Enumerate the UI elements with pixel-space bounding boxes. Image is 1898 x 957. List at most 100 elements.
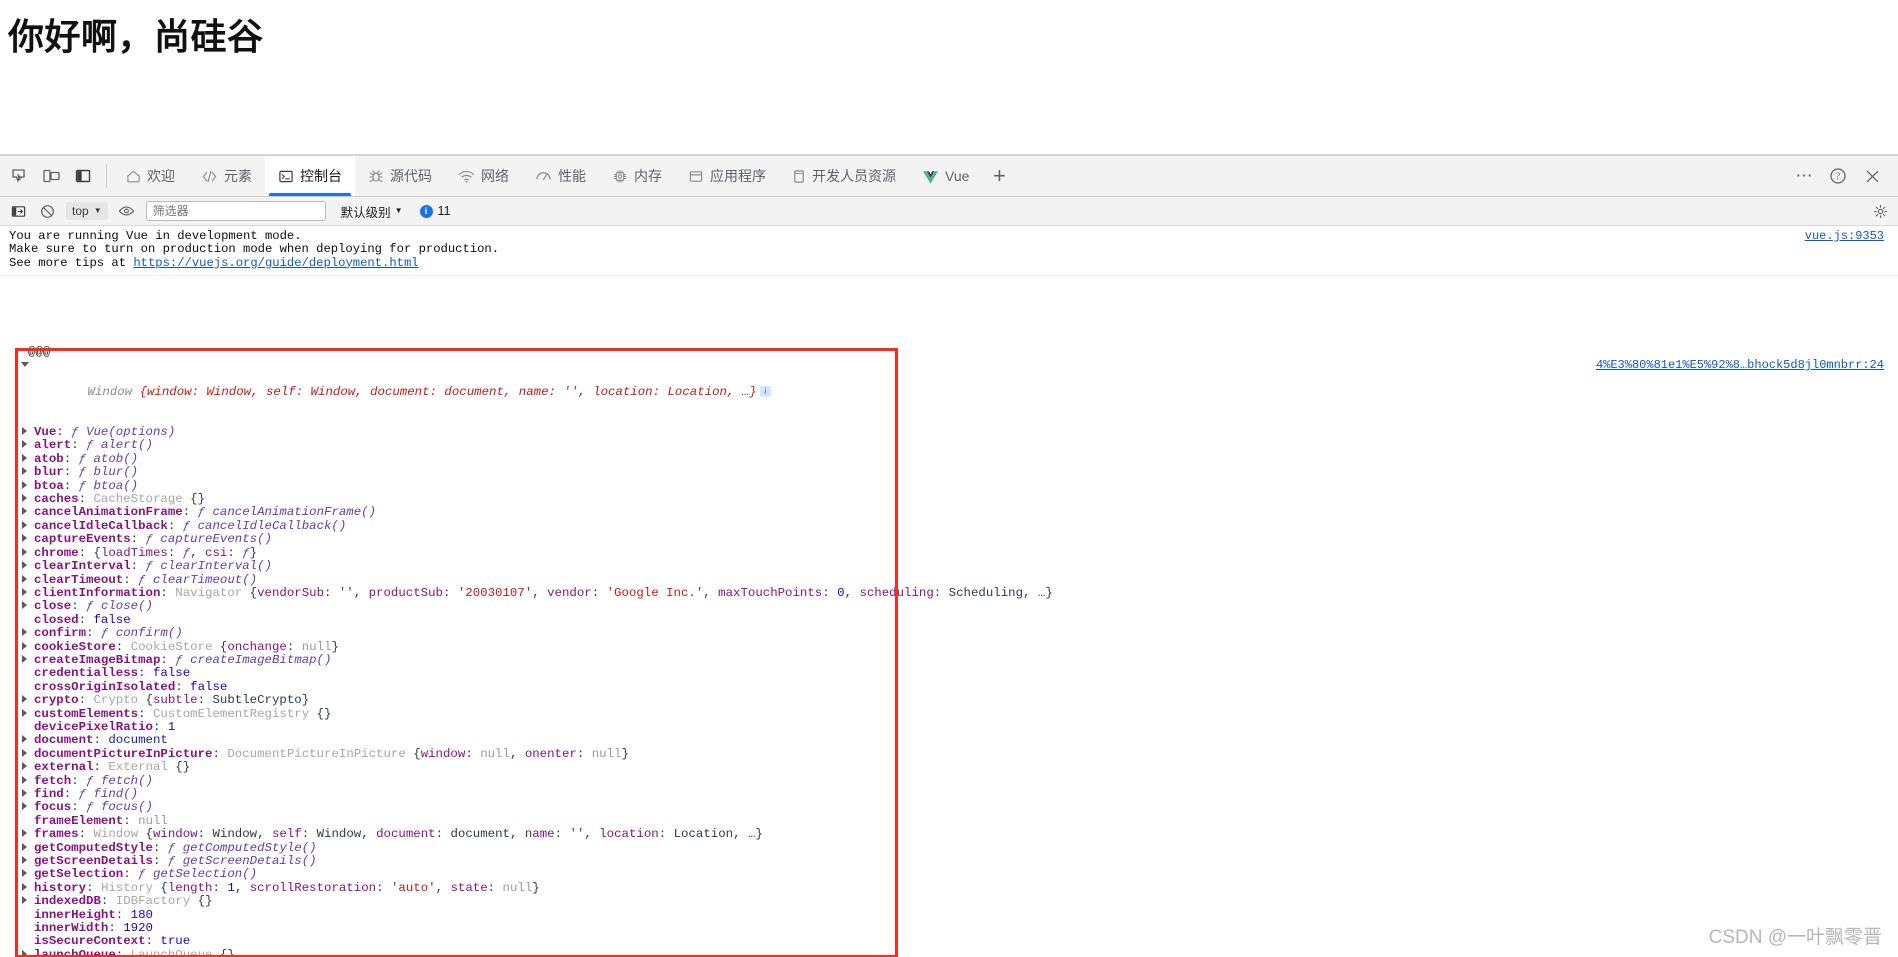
object-property-row[interactable]: close: ƒ close() bbox=[20, 600, 1898, 613]
object-property-row[interactable]: captureEvents: ƒ captureEvents() bbox=[20, 533, 1898, 546]
tab-vue[interactable]: Vue bbox=[909, 156, 982, 196]
object-property-row[interactable]: clearTimeout: ƒ clearTimeout() bbox=[20, 573, 1898, 587]
object-property-row[interactable]: frameElement: null bbox=[20, 814, 1898, 828]
chevron-right-icon[interactable] bbox=[22, 507, 27, 516]
chevron-right-icon[interactable] bbox=[22, 856, 27, 865]
log-level-select[interactable]: 默认级别 ▼ bbox=[341, 202, 403, 221]
object-property-row[interactable]: clientInformation: Navigator {vendorSub:… bbox=[20, 586, 1898, 600]
execution-context-select[interactable]: top ▼ bbox=[66, 202, 108, 220]
tab-developer-resources[interactable]: 开发人员资源 bbox=[779, 156, 909, 196]
chevron-right-icon[interactable] bbox=[22, 534, 27, 543]
chevron-right-icon[interactable] bbox=[22, 467, 27, 476]
object-property-row[interactable]: fetch: ƒ fetch() bbox=[20, 774, 1898, 788]
deployment-guide-link[interactable]: https://vuejs.org/guide/deployment.html bbox=[133, 256, 418, 270]
object-property-row[interactable]: isSecureContext: true bbox=[20, 935, 1898, 948]
tab-network[interactable]: 网络 bbox=[445, 156, 522, 196]
inspect-element-icon[interactable] bbox=[8, 165, 30, 187]
object-property-row[interactable]: documentPictureInPicture: DocumentPictur… bbox=[20, 747, 1898, 761]
close-devtools-button[interactable] bbox=[1856, 160, 1888, 192]
chevron-right-icon[interactable] bbox=[22, 427, 27, 436]
object-property-row[interactable]: confirm: ƒ confirm() bbox=[20, 626, 1898, 640]
chevron-right-icon[interactable] bbox=[22, 641, 27, 650]
tab-sources[interactable]: 源代码 bbox=[355, 156, 445, 196]
tab-welcome[interactable]: 欢迎 bbox=[113, 156, 188, 196]
chevron-right-icon[interactable] bbox=[22, 587, 27, 596]
add-tab-button[interactable]: + bbox=[982, 156, 1016, 196]
object-property-row[interactable]: innerHeight: 180 bbox=[20, 908, 1898, 922]
object-property-row[interactable]: closed: false bbox=[20, 613, 1898, 627]
chevron-right-icon[interactable] bbox=[22, 896, 27, 905]
tab-console[interactable]: 控制台 bbox=[265, 156, 355, 196]
info-icon[interactable]: i bbox=[759, 385, 771, 397]
tab-application[interactable]: 应用程序 bbox=[675, 156, 779, 196]
chevron-right-icon[interactable] bbox=[22, 708, 27, 717]
chevron-right-icon[interactable] bbox=[22, 735, 27, 744]
object-property-row[interactable]: blur: ƒ blur() bbox=[20, 466, 1898, 479]
object-property-row[interactable]: launchQueue: LaunchQueue {} bbox=[20, 948, 1898, 957]
chevron-right-icon[interactable] bbox=[22, 882, 27, 891]
object-property-row[interactable]: indexedDB: IDBFactory {} bbox=[20, 895, 1898, 908]
device-toolbar-icon[interactable] bbox=[40, 165, 62, 187]
gear-icon[interactable] bbox=[1870, 201, 1890, 221]
dock-side-icon[interactable] bbox=[72, 165, 94, 187]
object-property-row[interactable]: customElements: CustomElementRegistry {} bbox=[20, 707, 1898, 721]
chevron-right-icon[interactable] bbox=[22, 802, 27, 811]
chevron-right-icon[interactable] bbox=[22, 869, 27, 878]
filter-input[interactable] bbox=[145, 201, 326, 221]
console-warning-message[interactable]: You are running Vue in development mode.… bbox=[0, 226, 1898, 277]
object-property-row[interactable]: focus: ƒ focus() bbox=[20, 801, 1898, 814]
chevron-right-icon[interactable] bbox=[22, 494, 27, 503]
chevron-right-icon[interactable] bbox=[22, 748, 27, 757]
object-property-row[interactable]: cancelAnimationFrame: ƒ cancelAnimationF… bbox=[20, 506, 1898, 519]
object-property-row[interactable]: crypto: Crypto {subtle: SubtleCrypto} bbox=[20, 693, 1898, 707]
object-property-row[interactable]: external: External {} bbox=[20, 760, 1898, 774]
chevron-right-icon[interactable] bbox=[22, 762, 27, 771]
help-button[interactable]: ? bbox=[1822, 160, 1854, 192]
clear-console-icon[interactable] bbox=[37, 201, 57, 221]
console-message-list[interactable]: You are running Vue in development mode.… bbox=[0, 226, 1898, 957]
tab-memory[interactable]: 内存 bbox=[599, 156, 675, 196]
chevron-right-icon[interactable] bbox=[22, 520, 27, 529]
object-property-row[interactable]: innerWidth: 1920 bbox=[20, 921, 1898, 935]
object-property-row[interactable]: history: History {length: 1, scrollResto… bbox=[20, 881, 1898, 895]
object-property-row[interactable]: Vue: ƒ Vue(options) bbox=[20, 425, 1898, 439]
live-expression-icon[interactable] bbox=[117, 201, 137, 221]
more-options-button[interactable]: ⋯ bbox=[1788, 160, 1820, 192]
console-sidebar-icon[interactable] bbox=[8, 201, 28, 221]
chevron-right-icon[interactable] bbox=[22, 601, 27, 610]
object-source-link[interactable]: 4%E3%80%81e1%E5%92%8…bhock5d8jl0mnbrr:24 bbox=[1596, 358, 1884, 372]
object-property-row[interactable]: frames: Window {window: Window, self: Wi… bbox=[20, 828, 1898, 841]
object-property-row[interactable]: crossOriginIsolated: false bbox=[20, 680, 1898, 694]
chevron-right-icon[interactable] bbox=[22, 829, 27, 838]
object-property-row[interactable]: credentialless: false bbox=[20, 667, 1898, 680]
object-property-row[interactable]: createImageBitmap: ƒ createImageBitmap() bbox=[20, 653, 1898, 667]
object-header-row[interactable]: Window {window: Window, self: Window, do… bbox=[20, 358, 1898, 426]
tab-elements[interactable]: 元素 bbox=[188, 156, 265, 196]
warning-source-link[interactable]: vue.js:9353 bbox=[1805, 229, 1884, 243]
object-property-row[interactable]: document: document bbox=[20, 734, 1898, 747]
tab-performance[interactable]: 性能 bbox=[522, 156, 599, 196]
chevron-right-icon[interactable] bbox=[22, 480, 27, 489]
chevron-right-icon[interactable] bbox=[22, 842, 27, 851]
object-property-row[interactable]: btoa: ƒ btoa() bbox=[20, 479, 1898, 493]
object-property-row[interactable]: devicePixelRatio: 1 bbox=[20, 720, 1898, 734]
chevron-right-icon[interactable] bbox=[22, 695, 27, 704]
chevron-right-icon[interactable] bbox=[22, 574, 27, 583]
object-property-row[interactable]: cookieStore: CookieStore {onchange: null… bbox=[20, 640, 1898, 654]
object-property-row[interactable]: atob: ƒ atob() bbox=[20, 452, 1898, 466]
chevron-right-icon[interactable] bbox=[22, 440, 27, 449]
object-property-row[interactable]: alert: ƒ alert() bbox=[20, 439, 1898, 452]
object-property-row[interactable]: getScreenDetails: ƒ getScreenDetails() bbox=[20, 854, 1898, 868]
chevron-right-icon[interactable] bbox=[22, 949, 27, 957]
object-property-row[interactable]: clearInterval: ƒ clearInterval() bbox=[20, 559, 1898, 573]
object-property-row[interactable]: caches: CacheStorage {} bbox=[20, 492, 1898, 506]
object-property-row[interactable]: cancelIdleCallback: ƒ cancelIdleCallback… bbox=[20, 519, 1898, 533]
object-property-row[interactable]: find: ƒ find() bbox=[20, 787, 1898, 801]
chevron-right-icon[interactable] bbox=[22, 453, 27, 462]
chevron-right-icon[interactable] bbox=[22, 547, 27, 556]
object-property-row[interactable]: chrome: {loadTimes: ƒ, csi: ƒ} bbox=[20, 546, 1898, 560]
chevron-right-icon[interactable] bbox=[22, 561, 27, 570]
chevron-right-icon[interactable] bbox=[22, 628, 27, 637]
chevron-right-icon[interactable] bbox=[22, 654, 27, 663]
info-count-badge[interactable]: i 11 bbox=[419, 204, 451, 218]
